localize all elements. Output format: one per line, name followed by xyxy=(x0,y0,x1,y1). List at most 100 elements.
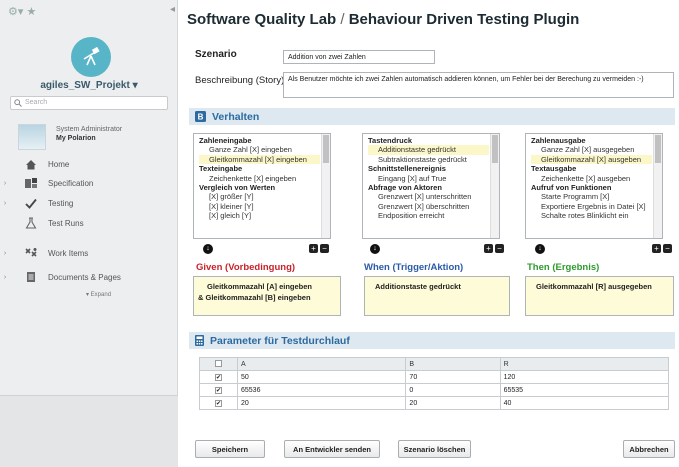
calculator-icon xyxy=(195,335,204,346)
chevron-right-icon[interactable]: › xyxy=(0,250,10,257)
table-cell[interactable]: 120 xyxy=(499,370,670,384)
then-steps-list[interactable]: Zahlenausgabe Ganze Zahl [X] ausgegeben Gl… xyxy=(525,133,663,239)
when-step[interactable]: Additionstaste gedrückt xyxy=(369,281,505,292)
when-drop-zone[interactable]: Additionstaste gedrückt xyxy=(364,276,510,316)
given-step[interactable]: Gleitkommazahl [B] eingeben xyxy=(206,293,311,302)
delete-scenario-button[interactable]: Szenario löschen xyxy=(398,440,471,458)
step-group-heading: Abfrage von Aktoren xyxy=(368,183,442,193)
step-item[interactable]: Ganze Zahl [X] ausgegeben xyxy=(531,145,652,154)
step-item[interactable]: Grenzwert [X] unterschritten xyxy=(368,192,489,201)
scenario-label: Szenario xyxy=(195,49,237,60)
flask-icon xyxy=(25,217,37,229)
row-checkbox[interactable]: ✔ xyxy=(215,373,222,381)
move-down-icon[interactable]: ↓ xyxy=(203,244,213,254)
search-input[interactable]: Search xyxy=(10,96,168,110)
then-drop-zone[interactable]: Gleitkommazahl [R] ausgegeben xyxy=(525,276,674,316)
step-group-heading: Tastendruck xyxy=(368,136,413,145)
sidebar-item-home[interactable]: Home xyxy=(0,155,178,173)
send-to-developer-button[interactable]: An Entwickler senden xyxy=(284,440,380,458)
params-section-header: Parameter für Testdurchlauf xyxy=(189,332,675,349)
sidebar-item-testing[interactable]: › Testing xyxy=(0,194,178,212)
table-cell[interactable]: 20 xyxy=(405,396,501,410)
step-item[interactable]: [X] kleiner [Y] xyxy=(199,202,320,211)
step-item[interactable]: Zeichenkette [X] eingeben xyxy=(199,174,320,183)
table-cell[interactable]: 65535 xyxy=(499,383,670,397)
step-item[interactable]: Gleitkommazahl [X] ausgeben xyxy=(531,154,652,165)
step-item[interactable]: [X] größer [Y] xyxy=(199,192,320,201)
params-table: A B R ✔ 50 70 120 ✔ 65536 0 65535 ✔ 20 2… xyxy=(199,357,670,410)
scrollbar[interactable] xyxy=(321,134,330,238)
move-down-icon[interactable]: ↓ xyxy=(535,244,545,254)
expand-link[interactable]: ▾ Expand xyxy=(86,291,111,298)
add-step-button[interactable]: + xyxy=(484,244,493,253)
scrollbar[interactable] xyxy=(653,134,662,238)
settings-icon[interactable]: ⚙▾ ★ xyxy=(8,5,36,18)
table-cell[interactable]: 0 xyxy=(405,383,501,397)
behaviour-icon: B xyxy=(195,111,206,122)
step-item[interactable]: Starte Programm [X] xyxy=(531,192,652,201)
remove-step-button[interactable]: − xyxy=(320,244,329,253)
select-all-checkbox[interactable] xyxy=(215,359,222,367)
description-input[interactable]: Als Benutzer möchte ich zwei Zahlen auto… xyxy=(283,72,674,98)
step-item[interactable]: [X] gleich [Y] xyxy=(199,211,320,220)
step-item[interactable]: Additionstaste gedrückt xyxy=(368,145,489,155)
table-cell[interactable]: 20 xyxy=(236,396,407,410)
project-logo xyxy=(71,37,111,77)
avatar xyxy=(18,124,46,150)
user-name[interactable]: My Polarion xyxy=(56,135,96,142)
step-item[interactable]: Endposition erreicht xyxy=(368,211,489,220)
user-panel[interactable]: System Administrator My Polarion xyxy=(18,124,168,152)
step-item[interactable]: Grenzwert [X] überschritten xyxy=(368,202,489,211)
step-item[interactable]: Exportiere Ergebnis in Datei [X] xyxy=(531,202,652,211)
step-item[interactable]: Ganze Zahl [X] eingeben xyxy=(199,145,320,154)
table-row: ✔ 20 20 40 xyxy=(199,396,670,410)
add-step-button[interactable]: + xyxy=(652,244,661,253)
sidebar-item-work-items[interactable]: › Work Items xyxy=(0,244,178,262)
table-cell[interactable]: 65536 xyxy=(236,383,407,397)
scenario-name-input[interactable]: Addition von zwei Zahlen xyxy=(283,50,435,64)
chevron-right-icon[interactable]: › xyxy=(0,274,10,281)
sidebar-item-documents[interactable]: › Documents & Pages xyxy=(0,268,178,286)
column-header-a: A xyxy=(236,357,407,371)
add-step-button[interactable]: + xyxy=(309,244,318,253)
home-icon xyxy=(26,159,36,169)
chevron-right-icon[interactable]: › xyxy=(0,200,10,207)
sidebar: ⚙▾ ★ ◂ agiles_SW_Projekt ▾ Search System… xyxy=(0,0,178,467)
step-item[interactable]: Gleitkommazahl [X] eingeben xyxy=(199,154,320,165)
page-title: Software Quality Lab / Behaviour Driven … xyxy=(187,11,580,28)
project-name[interactable]: agiles_SW_Projekt ▾ xyxy=(0,80,178,91)
given-steps-list[interactable]: Zahleneingabe Ganze Zahl [X] eingeben Glei… xyxy=(193,133,331,239)
scrollbar[interactable] xyxy=(490,134,499,238)
table-cell[interactable]: 70 xyxy=(405,370,501,384)
when-title: When (Trigger/Aktion) xyxy=(364,262,464,273)
step-item[interactable]: Subtraktionstaste gedrückt xyxy=(368,155,489,164)
documents-icon xyxy=(27,272,35,282)
given-drop-zone[interactable]: Gleitkommazahl [A] eingeben & Gleitkomma… xyxy=(193,276,341,316)
step-item[interactable]: Zeichenkette [X] ausgeben xyxy=(531,174,652,183)
table-cell[interactable]: 50 xyxy=(236,370,407,384)
step-group-heading: Zahleneingabe xyxy=(199,136,252,145)
telescope-icon xyxy=(83,46,100,66)
given-step[interactable]: Gleitkommazahl [A] eingeben xyxy=(198,281,336,292)
row-checkbox[interactable]: ✔ xyxy=(215,399,222,407)
collapse-sidebar-icon[interactable]: ◂ xyxy=(170,4,175,15)
table-header-row: A B R xyxy=(199,357,670,371)
step-item[interactable]: Schalte rotes Blinklicht ein xyxy=(531,211,652,220)
sidebar-item-test-runs[interactable]: Test Runs xyxy=(0,214,178,232)
step-item[interactable]: Eingang [X] auf True xyxy=(368,174,489,183)
specification-icon xyxy=(25,178,37,188)
sidebar-item-specification[interactable]: › Specification xyxy=(0,174,178,192)
remove-step-button[interactable]: − xyxy=(495,244,504,253)
chevron-right-icon[interactable]: › xyxy=(0,180,10,187)
save-button[interactable]: Speichern xyxy=(195,440,265,458)
when-steps-list[interactable]: Tastendruck Additionstaste gedrückt Subtra… xyxy=(362,133,500,239)
table-row: ✔ 50 70 120 xyxy=(199,370,670,384)
move-down-icon[interactable]: ↓ xyxy=(370,244,380,254)
then-title: Then (Ergebnis) xyxy=(527,262,600,273)
remove-step-button[interactable]: − xyxy=(663,244,672,253)
cancel-button[interactable]: Abbrechen xyxy=(623,440,675,458)
then-step[interactable]: Gleitkommazahl [R] ausgegeben xyxy=(530,281,669,292)
row-checkbox[interactable]: ✔ xyxy=(215,386,222,394)
sidebar-footer xyxy=(0,395,178,467)
table-cell[interactable]: 40 xyxy=(499,396,670,410)
